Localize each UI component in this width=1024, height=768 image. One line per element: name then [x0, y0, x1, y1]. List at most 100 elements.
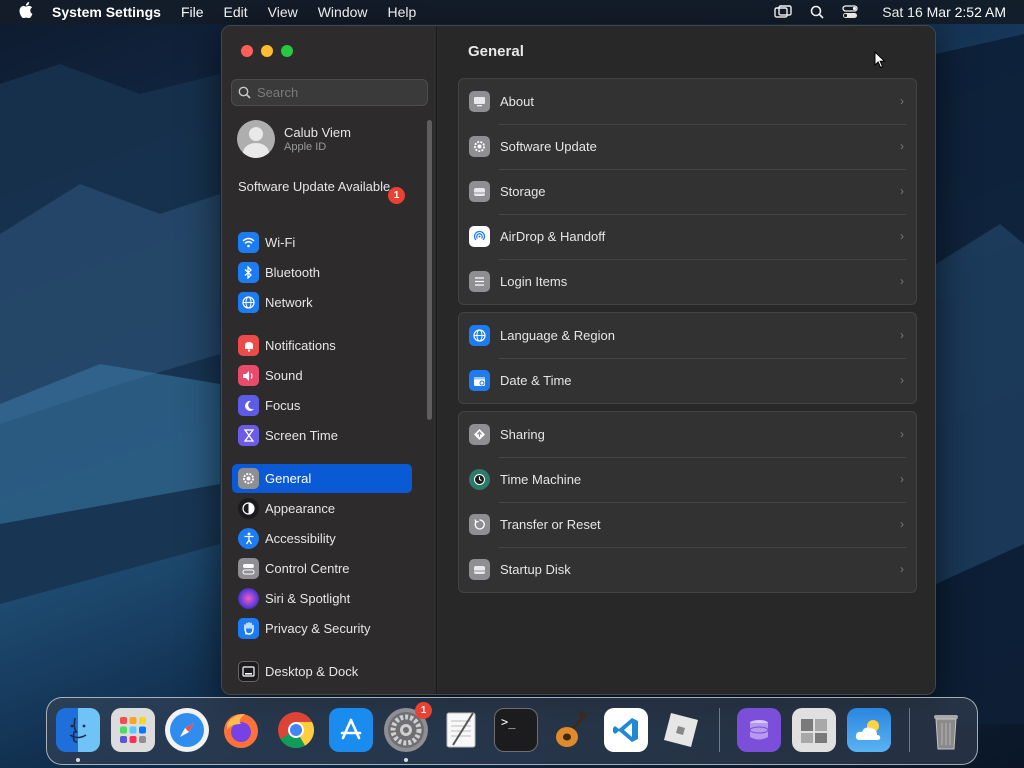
sidebar-item-focus[interactable]: Focus: [232, 391, 412, 420]
menu-edit[interactable]: Edit: [214, 0, 258, 24]
sidebar-item-label: Appearance: [265, 501, 336, 516]
settings-row-date-time[interactable]: Date & Time ›: [459, 358, 916, 403]
finder-icon[interactable]: [56, 708, 100, 752]
storage-app-icon[interactable]: [737, 708, 781, 752]
garageband-icon[interactable]: [549, 708, 593, 752]
airdrop-icon: [469, 226, 490, 247]
settings-row-time-machine[interactable]: Time Machine ›: [459, 457, 916, 502]
settings-row-about[interactable]: About ›: [459, 79, 916, 124]
gear-badge-icon: [469, 136, 490, 157]
gear-icon: [238, 468, 259, 489]
sidebar-item-label: Desktop & Dock: [265, 664, 359, 679]
apple-menu-icon[interactable]: [0, 1, 52, 23]
chevron-right-icon: ›: [900, 328, 904, 342]
sidebar-item-label: Network: [265, 295, 313, 310]
reset-icon: [469, 514, 490, 535]
sidebar-item-label: Notifications: [265, 338, 336, 353]
spotlight-search-icon[interactable]: [810, 5, 824, 19]
minimize-window-button[interactable]: [261, 45, 273, 57]
update-count-badge: 1: [388, 187, 405, 204]
app-store-icon[interactable]: [329, 708, 373, 752]
settings-group-device: About › Software Update › Storage › AirD…: [458, 78, 917, 305]
mouse-pointer-icon: [874, 51, 886, 69]
settings-row-login-items[interactable]: Login Items ›: [459, 259, 916, 304]
running-indicator: [404, 758, 408, 762]
chevron-right-icon: ›: [900, 562, 904, 576]
sidebar-item-label: Focus: [265, 398, 301, 413]
chevron-right-icon: ›: [900, 94, 904, 108]
sidebar-item-sound[interactable]: Sound: [232, 361, 412, 390]
screen-mirroring-icon[interactable]: [774, 5, 792, 19]
settings-row-sharing[interactable]: Sharing ›: [459, 412, 916, 457]
sidebar-item-siri-spotlight[interactable]: Siri & Spotlight: [232, 584, 412, 613]
settings-row-software-update[interactable]: Software Update ›: [459, 124, 916, 169]
accessibility-icon: [238, 528, 259, 549]
menu-help[interactable]: Help: [378, 0, 427, 24]
trash-icon[interactable]: [924, 708, 968, 752]
zoom-window-button[interactable]: [281, 45, 293, 57]
sidebar-item-notifications[interactable]: Notifications: [232, 331, 412, 360]
sidebar-item-general[interactable]: General: [232, 464, 412, 493]
firefox-icon[interactable]: [219, 708, 263, 752]
safari-icon[interactable]: [165, 708, 209, 752]
sidebar-item-label: Privacy & Security: [265, 621, 371, 636]
sidebar-item-bluetooth[interactable]: Bluetooth: [232, 258, 412, 287]
list-icon: [469, 271, 490, 292]
software-update-available-item[interactable]: Software Update Available: [238, 179, 408, 195]
menu-bar-clock[interactable]: Sat 16 Mar 2:52 AM: [882, 4, 1006, 20]
menu-window[interactable]: Window: [308, 0, 378, 24]
speaker-icon: [238, 365, 259, 386]
close-window-button[interactable]: [241, 45, 253, 57]
bluetooth-icon: [238, 262, 259, 283]
drive-icon: [469, 181, 490, 202]
row-label: About: [500, 94, 534, 109]
chevron-right-icon: ›: [900, 472, 904, 486]
menu-view[interactable]: View: [258, 0, 308, 24]
chevron-right-icon: ›: [900, 274, 904, 288]
sidebar-item-desktop-dock[interactable]: Desktop & Dock: [232, 657, 412, 686]
app-name-menu[interactable]: System Settings: [52, 0, 171, 24]
chevron-right-icon: ›: [900, 229, 904, 243]
sidebar-item-control-centre[interactable]: Control Centre: [232, 554, 412, 583]
sidebar-item-accessibility[interactable]: Accessibility: [232, 524, 412, 553]
control-centre-icon[interactable]: [842, 5, 858, 19]
settings-group-system: Sharing › Time Machine › Transfer or Res…: [458, 411, 917, 593]
chevron-right-icon: ›: [900, 184, 904, 198]
bootcamp-icon[interactable]: [792, 708, 836, 752]
account-name: Calub Viem: [284, 125, 351, 140]
settings-group-locale: Language & Region › Date & Time ›: [458, 312, 917, 404]
row-label: AirDrop & Handoff: [500, 229, 606, 244]
terminal-icon[interactable]: >_: [494, 708, 538, 752]
sidebar-item-privacy-security[interactable]: Privacy & Security: [232, 614, 412, 643]
sidebar-item-label: Screen Time: [265, 428, 338, 443]
chevron-right-icon: ›: [900, 427, 904, 441]
general-settings-pane: General About › Software Update › Storag…: [438, 26, 935, 694]
sidebar-item-wifi[interactable]: Wi-Fi: [232, 228, 412, 257]
search-input[interactable]: [257, 85, 417, 100]
settings-row-airdrop-handoff[interactable]: AirDrop & Handoff ›: [459, 214, 916, 259]
weather-icon[interactable]: [847, 708, 891, 752]
sidebar-scrollbar[interactable]: [427, 120, 432, 420]
appearance-icon: [238, 498, 259, 519]
vscode-icon[interactable]: [604, 708, 648, 752]
sidebar-item-network[interactable]: Network: [232, 288, 412, 317]
settings-row-language-region[interactable]: Language & Region ›: [459, 313, 916, 358]
sidebar-item-screen-time[interactable]: Screen Time: [232, 421, 412, 450]
siri-icon: [238, 588, 259, 609]
sidebar-item-label: Siri & Spotlight: [265, 591, 351, 606]
hand-icon: [238, 618, 259, 639]
roblox-icon[interactable]: [659, 708, 703, 752]
textedit-icon[interactable]: [439, 708, 483, 752]
sidebar-item-appearance[interactable]: Appearance: [232, 494, 412, 523]
settings-row-storage[interactable]: Storage ›: [459, 169, 916, 214]
settings-row-startup-disk[interactable]: Startup Disk ›: [459, 547, 916, 592]
launchpad-icon[interactable]: [111, 708, 155, 752]
bell-icon: [238, 335, 259, 356]
row-label: Language & Region: [500, 328, 615, 343]
row-label: Sharing: [500, 427, 545, 442]
apple-id-account[interactable]: Calub Viem Apple ID: [237, 120, 351, 158]
chrome-icon[interactable]: [274, 708, 318, 752]
search-field[interactable]: [231, 79, 428, 106]
menu-file[interactable]: File: [171, 0, 214, 24]
settings-row-transfer-reset[interactable]: Transfer or Reset ›: [459, 502, 916, 547]
